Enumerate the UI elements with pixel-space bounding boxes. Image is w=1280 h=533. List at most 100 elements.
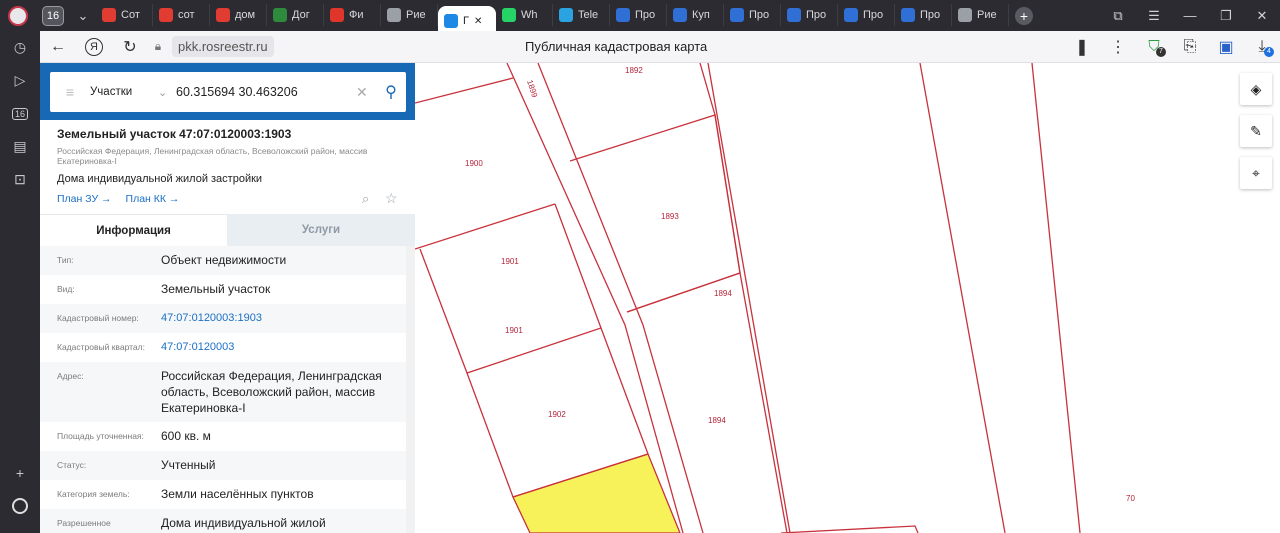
browser-tab[interactable]: сот bbox=[153, 4, 210, 26]
downloads-icon[interactable]: ⤓ 4 bbox=[1244, 31, 1280, 63]
pdf-extension-icon[interactable]: ▣ bbox=[1208, 31, 1244, 63]
screenshot-icon[interactable]: ⊡ bbox=[0, 163, 40, 196]
tabs-dropdown-icon[interactable]: ⌄ bbox=[70, 0, 96, 31]
tab-label: дом bbox=[235, 9, 256, 21]
info-row-label: Адрес: bbox=[57, 371, 84, 381]
notifications-icon[interactable]: ☰ bbox=[1136, 0, 1172, 31]
tab-label: сот bbox=[178, 9, 195, 21]
info-row: Статус: Учтенный bbox=[40, 451, 408, 480]
browser-tab[interactable]: Про bbox=[781, 4, 838, 26]
yandex-logo-icon[interactable]: Я bbox=[76, 31, 112, 63]
parcel-label[interactable]: 1894 bbox=[714, 289, 732, 298]
search-icon[interactable]: ⚲ bbox=[376, 82, 406, 102]
browser-tab[interactable]: Рие bbox=[952, 4, 1009, 26]
plan-kk-link[interactable]: План КК → bbox=[126, 193, 180, 205]
info-row: Кадастровый номер: 47:07:0120003:1903 bbox=[40, 304, 408, 333]
info-row-link[interactable]: 47:07:0120003 bbox=[161, 339, 408, 356]
ruler-icon[interactable]: ✎ bbox=[1240, 115, 1272, 147]
browser-tab[interactable]: Рие bbox=[381, 4, 438, 26]
info-row-value: Объект недвижимости bbox=[161, 253, 287, 267]
info-row-label: Кадастровый номер: bbox=[57, 313, 139, 323]
parcel-label[interactable]: 1893 bbox=[661, 212, 679, 221]
extension-shield-icon[interactable]: ⛉ 7 bbox=[1136, 31, 1172, 63]
tab-favicon-icon bbox=[730, 8, 744, 22]
notes-icon[interactable]: ▤ bbox=[0, 130, 40, 163]
parcel-label[interactable]: 70 bbox=[1126, 494, 1135, 503]
object-title: Земельный участок 47:07:0120003:1903 bbox=[57, 127, 292, 141]
tab-label: Про bbox=[806, 9, 827, 21]
browser-tab[interactable]: Сот bbox=[96, 4, 153, 26]
tab-favicon-icon bbox=[559, 8, 573, 22]
browser-tab[interactable]: Tele bbox=[553, 4, 610, 26]
tab-favicon-icon bbox=[330, 8, 344, 22]
info-row-label: Вид: bbox=[57, 284, 75, 294]
browser-tab[interactable]: дом bbox=[210, 4, 267, 26]
parcel-label[interactable]: 1902 bbox=[548, 410, 566, 419]
scrollbar[interactable] bbox=[406, 246, 415, 533]
share-icon[interactable]: ⎘ bbox=[1172, 31, 1208, 63]
tab-label: Рие bbox=[977, 9, 997, 21]
add-panel-icon[interactable]: + bbox=[0, 456, 40, 489]
search-input[interactable]: 60.315694 30.463206 bbox=[176, 85, 356, 99]
restore-icon[interactable]: ❐ bbox=[1208, 0, 1244, 31]
map-canvas[interactable]: 1892 1899 1900 1893 1901 1894 1901 1902 1894 70 bbox=[415, 63, 1280, 533]
info-row: Площадь уточненная: 600 кв. м bbox=[40, 422, 408, 451]
menu-icon[interactable]: ≡ bbox=[50, 84, 90, 100]
close-tab-icon[interactable]: ✕ bbox=[474, 16, 482, 27]
cadastral-map[interactable]: 1892 1899 1900 1893 1901 1894 1901 1902 1894 70 ◈… bbox=[415, 63, 1280, 533]
parcel-label[interactable]: 1901 bbox=[501, 257, 519, 266]
page-title: Публичная кадастровая карта bbox=[525, 39, 708, 54]
more-icon[interactable]: ⋮ bbox=[1100, 31, 1136, 63]
tab-favicon-icon bbox=[787, 8, 801, 22]
collections-icon[interactable]: ⧉ bbox=[1100, 0, 1136, 31]
tab-favicon-icon bbox=[673, 8, 687, 22]
back-icon[interactable]: ← bbox=[40, 31, 76, 63]
chevron-down-icon[interactable]: ⌄ bbox=[158, 86, 176, 99]
browser-tab[interactable]: Про bbox=[610, 4, 667, 26]
clear-icon[interactable]: ✕ bbox=[356, 84, 376, 101]
browser-tab[interactable]: Про bbox=[895, 4, 952, 26]
tabs-count-icon[interactable]: 16 bbox=[0, 97, 40, 130]
bookmark-icon[interactable]: ❚ bbox=[1064, 31, 1100, 63]
tab-favicon-icon bbox=[502, 8, 516, 22]
tab-favicon-icon bbox=[273, 8, 287, 22]
search-mode-select[interactable]: Участки bbox=[90, 86, 158, 98]
tab-label: Дог bbox=[292, 9, 310, 21]
locate-icon[interactable]: ⌖ bbox=[1240, 157, 1272, 189]
tab-favicon-icon bbox=[159, 8, 173, 22]
browser-tab[interactable]: Про bbox=[724, 4, 781, 26]
star-icon[interactable]: ☆ bbox=[385, 190, 398, 207]
tab-label: Tele bbox=[578, 9, 599, 21]
browser-tab[interactable]: Про bbox=[838, 4, 895, 26]
reload-icon[interactable]: ↻ bbox=[112, 31, 148, 63]
url-field[interactable]: pkk.rosreestr.ru bbox=[172, 36, 274, 57]
browser-tab[interactable]: Wh bbox=[496, 4, 553, 26]
parcel-label[interactable]: 1900 bbox=[465, 159, 483, 168]
tab-favicon-icon bbox=[387, 8, 401, 22]
tab-counter-button[interactable]: 16 bbox=[36, 5, 70, 26]
tab-services[interactable]: Услуги bbox=[227, 214, 415, 246]
play-icon[interactable]: ▷ bbox=[0, 64, 40, 97]
parcel-label[interactable]: 1901 bbox=[505, 326, 523, 335]
history-icon[interactable]: ◷ bbox=[0, 31, 40, 64]
browser-tab[interactable]: Дог bbox=[267, 4, 324, 26]
parcel-label[interactable]: 1894 bbox=[708, 416, 726, 425]
browser-sidebar: ◷ ▷ 16 ▤ ⊡ + bbox=[0, 31, 40, 533]
plan-zu-link[interactable]: План ЗУ → bbox=[57, 193, 112, 205]
alice-icon[interactable] bbox=[0, 489, 40, 522]
tab-label: Сот bbox=[121, 9, 140, 21]
info-row-value: Российская Федерация, Ленинградская обла… bbox=[161, 369, 382, 415]
browser-tab[interactable]: Куп bbox=[667, 4, 724, 26]
parcel-label[interactable]: 1892 bbox=[625, 66, 643, 75]
new-tab-button[interactable]: + bbox=[1009, 0, 1039, 31]
info-row-link[interactable]: 47:07:0120003:1903 bbox=[161, 310, 408, 327]
parcel-label[interactable]: 1899 bbox=[525, 79, 539, 99]
close-window-icon[interactable]: ✕ bbox=[1244, 0, 1280, 31]
layers-icon[interactable]: ◈ bbox=[1240, 73, 1272, 105]
minimize-icon[interactable]: — bbox=[1172, 0, 1208, 31]
browser-profile-icon[interactable] bbox=[0, 0, 36, 31]
info-row-label: Площадь уточненная: bbox=[57, 431, 144, 441]
zoom-to-object-icon[interactable]: ⌕ bbox=[362, 191, 369, 207]
tab-info[interactable]: Информация bbox=[40, 214, 227, 246]
browser-tab[interactable]: Фи bbox=[324, 4, 381, 26]
